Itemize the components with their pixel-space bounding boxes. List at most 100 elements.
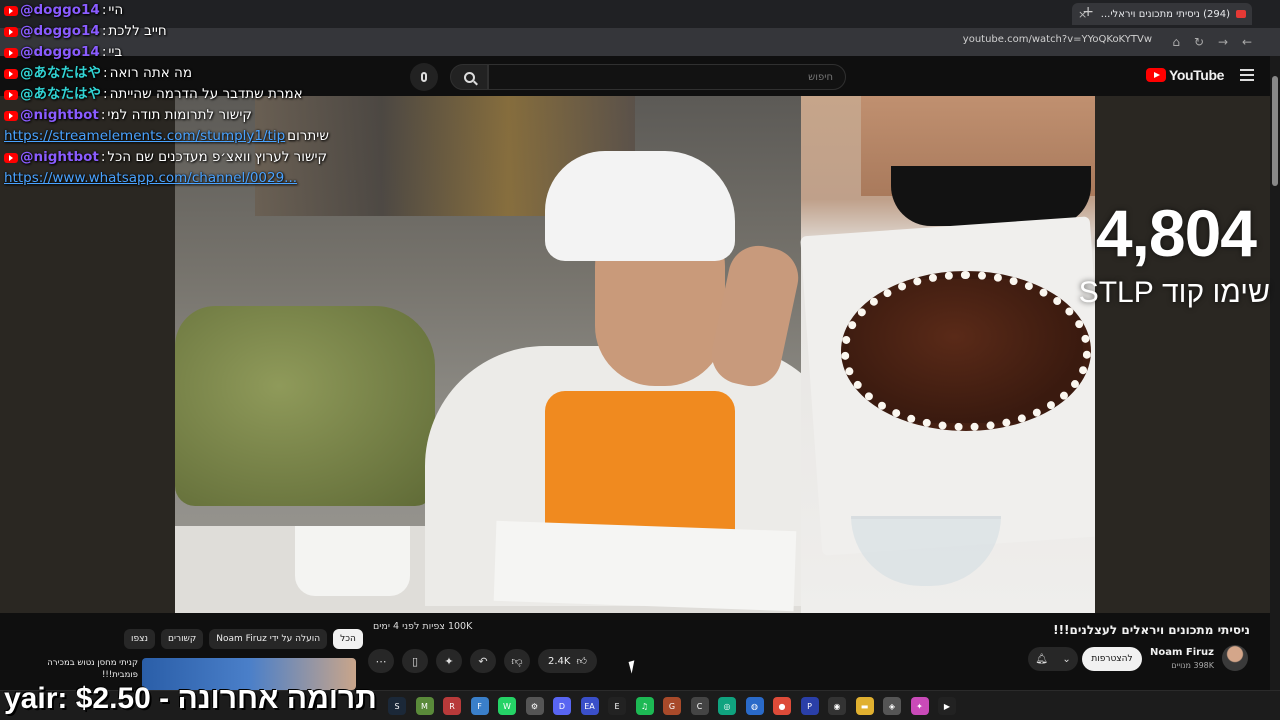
bookmark-icon: ▯: [411, 654, 419, 668]
video-info: ניסיתי מתכונים ויראלים לעצלנים!!! Noam F…: [0, 613, 1270, 690]
ps-icon[interactable]: P: [800, 697, 819, 715]
hamburger-menu-icon[interactable]: [1240, 69, 1254, 81]
chat-line: @あなたはや: אמרת שתדבר על הדרמה שהייתה: [4, 84, 344, 105]
youtube-chat-icon: [4, 110, 18, 121]
chat-link[interactable]: https://www.whatsapp.com/channel/0029...: [4, 168, 297, 189]
chat-username: @nightbot: [20, 149, 99, 165]
chat-line: @doggo14: חייב ללכת: [4, 21, 344, 42]
voice-search-button[interactable]: [410, 63, 438, 91]
reload-icon[interactable]: ↻: [1194, 35, 1204, 49]
chip-watched[interactable]: נצפו: [124, 629, 156, 649]
youtube-chat-icon: [4, 152, 18, 163]
url-text[interactable]: youtube.com/watch?v=YYoQKoKYTVw: [963, 34, 1152, 45]
globe-icon[interactable]: ◍: [745, 697, 764, 715]
chip-uploader[interactable]: הועלה על ידי Noam Firuz: [209, 629, 328, 649]
share-button[interactable]: ↶: [470, 649, 496, 673]
home-icon[interactable]: ⌂: [1172, 35, 1180, 49]
chat-separator: :: [103, 86, 108, 102]
search-input[interactable]: [489, 65, 845, 90]
dislike-button[interactable]: 👎︎: [504, 649, 530, 673]
youtube-play-icon: [1145, 68, 1166, 82]
obs-icon[interactable]: ◉: [828, 697, 846, 715]
sparkle-icon: ✦: [444, 654, 454, 668]
new-tab-button[interactable]: +: [1082, 4, 1094, 20]
last-donation-banner: yair: תרומה אחרונה - $2.50: [4, 682, 377, 715]
chat-username: @doggo14: [20, 23, 100, 39]
chip-all[interactable]: הכל: [333, 629, 363, 649]
recommended-title[interactable]: קניתי מחסן נטוש במכירה פומבית!!!: [26, 657, 138, 681]
youtube-chat-icon: [4, 26, 18, 37]
chat-line: https://streamelements.com/stumply1/tip ש…: [4, 126, 344, 147]
chat-separator: :: [101, 23, 107, 39]
chrome-icon[interactable]: ●: [773, 697, 791, 715]
back-icon[interactable]: ←: [1242, 35, 1252, 49]
more-button[interactable]: ⋯: [368, 649, 394, 673]
app-icon[interactable]: ◈: [883, 697, 901, 715]
chat-separator: :: [100, 149, 106, 165]
chat-line: @あなたはや: מה אתה רואה: [4, 63, 344, 84]
youtube-chat-icon: [4, 89, 18, 100]
chat-message: היי: [108, 2, 124, 18]
stream-chat-overlay: @doggo14: היי @doggo14: חייב ללכת @doggo14: ב…: [4, 0, 344, 189]
chat-username: @nightbot: [20, 107, 99, 123]
minecraft-icon[interactable]: M: [415, 697, 434, 715]
red-app-icon[interactable]: R: [443, 697, 461, 715]
spotify-icon[interactable]: ♫: [635, 697, 654, 715]
game-icon[interactable]: G: [663, 697, 681, 715]
chat-username: @doggo14: [20, 44, 100, 60]
youtube-logo-text: YouTube: [1168, 67, 1224, 83]
channel-avatar[interactable]: [1222, 645, 1248, 671]
capcut-icon[interactable]: ▶: [938, 697, 956, 715]
thumbs-up-icon: 👍︎: [576, 656, 587, 667]
youtube-chat-icon: [4, 5, 18, 16]
creator-code: שימו קוד STLP: [1078, 276, 1270, 309]
join-button[interactable]: להצטרפות: [1082, 647, 1142, 671]
chevron-down-icon: ⌄: [1062, 653, 1071, 665]
chat-username: @あなたはや: [20, 65, 101, 81]
page-scrollbar[interactable]: [1270, 56, 1280, 690]
files-icon[interactable]: F: [470, 697, 489, 715]
discord-icon[interactable]: D: [553, 697, 571, 715]
folder-icon[interactable]: ▬: [855, 697, 874, 715]
like-button[interactable]: 2.4K 👍︎: [538, 649, 597, 673]
bell-icon: 🔔︎: [1035, 653, 1048, 665]
notification-button[interactable]: 🔔︎ ⌄: [1028, 647, 1078, 671]
settings-icon[interactable]: ⚙: [525, 697, 544, 715]
save-button[interactable]: ▯: [402, 649, 428, 673]
steam-icon[interactable]: S: [388, 697, 406, 715]
ask-button[interactable]: ✦: [436, 649, 462, 673]
chat-line: @nightbot: קישור לערוץ וואצ׳פ מעדכנים שם …: [4, 147, 344, 168]
epic-icon[interactable]: E: [608, 697, 626, 715]
like-count: 2.4K: [548, 655, 571, 667]
subscriber-count: 398K מנויים: [1171, 661, 1214, 670]
scrollbar-thumb[interactable]: [1272, 76, 1278, 186]
chat-separator: :: [101, 44, 107, 60]
ea-icon[interactable]: EA: [580, 697, 599, 715]
share-icon: ↶: [478, 654, 488, 668]
more-icon: ⋯: [375, 654, 387, 668]
controller-icon[interactable]: C: [690, 697, 709, 715]
forward-icon[interactable]: →: [1218, 35, 1228, 49]
chat-link[interactable]: https://streamelements.com/stumply1/tip: [4, 126, 285, 147]
youtube-logo[interactable]: YouTube: [1145, 67, 1224, 83]
chat-message: שיתרום: [287, 128, 329, 144]
viewer-counter: 4,804: [1095, 196, 1257, 270]
taskbar-icons: S M R F W ⚙ D EA E ♫ G C ◎ ◍ ● P ◉ ▬ ◈ ✦ ▶: [388, 697, 956, 715]
chat-line: @doggo14: ביי: [4, 42, 344, 63]
chat-message: מה אתה רואה: [109, 65, 192, 81]
search-button[interactable]: [450, 64, 488, 90]
browser-tab[interactable]: (294) ניסיתי מתכונים ויראלי... ×: [1072, 3, 1252, 25]
microphone-icon: [421, 72, 427, 82]
youtube-tab-icon: [1236, 10, 1246, 18]
chat-line: @nightbot: קישור לתרומות תודה למי: [4, 105, 344, 126]
chip-related[interactable]: קשורים: [161, 629, 204, 649]
search-box: [488, 64, 846, 90]
whatsapp-icon[interactable]: W: [498, 697, 516, 715]
video-title: ניסיתי מתכונים ויראלים לעצלנים!!!: [1053, 623, 1250, 637]
search-icon: [463, 71, 475, 83]
channel-name[interactable]: Noam Firuz: [1150, 647, 1214, 658]
color-icon[interactable]: ✦: [910, 697, 929, 715]
chat-message: קישור לתרומות תודה למי: [107, 107, 252, 123]
chatgpt-icon[interactable]: ◎: [718, 697, 736, 715]
screen: (294) ניסיתי מתכונים ויראלי... × + ← → ↻…: [0, 0, 1280, 720]
